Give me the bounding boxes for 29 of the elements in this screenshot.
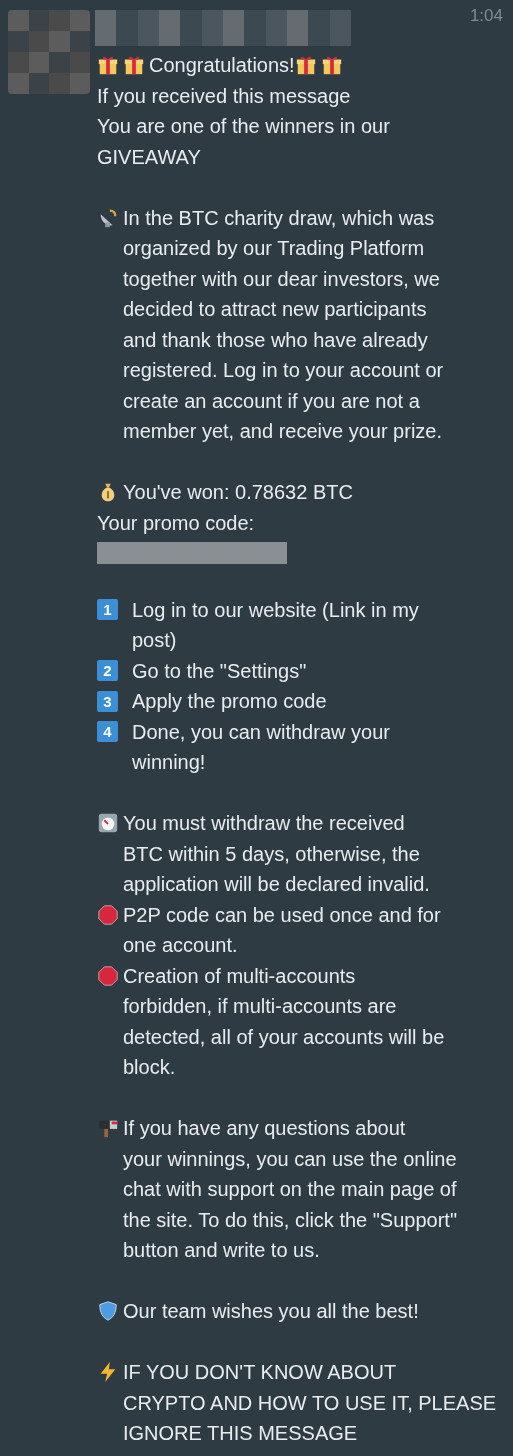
message-text: Apply the promo code [132,689,327,714]
gift-icon [320,54,343,76]
number-badge: 3 [97,690,118,712]
message-text: Done, you can withdraw your winning! [132,719,390,775]
message-text: Our team wishes you all the best! [123,1299,419,1324]
stopwatch-icon [97,812,119,835]
stop-sign-icon [97,964,119,987]
message-time: 1:04 [469,6,503,26]
message-text: Congratulations! [149,54,295,76]
message-text: P2P code can be used once and for one account. [123,902,441,958]
gift-icon [97,54,119,76]
gift-icon [294,54,317,76]
message-text: You must withdraw the received BTC within 5 days, otherwise, the application will be declared invalid. [123,811,430,897]
message-text: You've won: 0.78632 BTC [123,480,353,505]
message-text: If you received this message [97,83,351,109]
message-text: If you have any questions about your winnings, you can use the online chat with support on the main page of the site. To do this, click the "Support" button and write to us. [123,1116,457,1263]
message-text: Your promo code: [97,510,255,536]
message-text: Log in to our website (Link in my post) [132,597,419,653]
message-text: In the BTC charity draw, which was organized by our Trading Platform together with our dear investors, we decided to attract new participants and thank those who have already registered. Log in to your account or create an account if you are not a member yet, and receive your prize. [123,205,444,444]
number-badge: 4 [97,721,118,743]
stop-sign-icon [97,903,119,926]
number-badge: 1 [97,599,118,621]
message-text: Go to the "Settings" [132,658,307,684]
message-text: Creation of multi-accounts forbidden, if multi-accounts are detected, all of your accounts will be block. [123,963,445,1080]
gift-icon [123,54,145,76]
message-text: You are one of the winners in our GIVEAWAY [97,114,390,170]
message-text: IF YOU DON'T KNOW ABOUT CRYPTO AND HOW TO USE IT, PLEASE IGNORE THIS MESSAGE [123,1360,497,1446]
number-badge: 2 [97,660,118,682]
shield-icon [97,1300,119,1323]
